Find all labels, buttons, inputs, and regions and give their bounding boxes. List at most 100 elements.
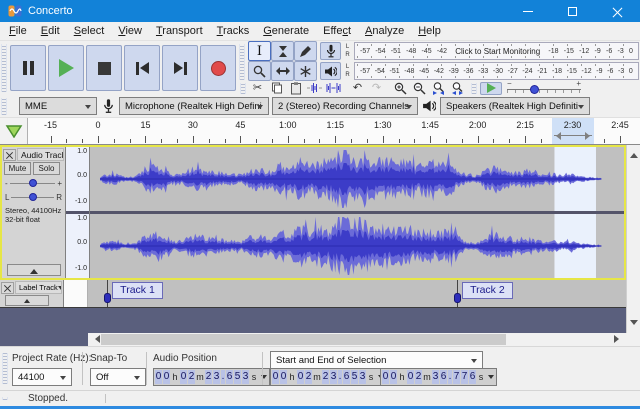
play-at-speed-button[interactable] — [480, 81, 502, 95]
label-track-collapse-button[interactable] — [5, 295, 49, 306]
menu-generate[interactable]: Generate — [256, 22, 316, 40]
recording-device-select[interactable]: Microphone (Realtek High Defini — [119, 97, 269, 115]
pan-slider[interactable]: L R — [2, 190, 65, 204]
solo-button[interactable]: Solo — [33, 162, 60, 175]
timeline-pin-button[interactable] — [0, 118, 28, 144]
menu-help[interactable]: Help — [411, 22, 448, 40]
envelope-tool-button[interactable] — [271, 41, 294, 61]
horizontal-scrollbar[interactable] — [88, 333, 626, 346]
fit-project-button[interactable] — [448, 81, 467, 95]
fit-selection-button[interactable] — [429, 81, 448, 95]
gain-slider[interactable]: - + — [2, 176, 65, 190]
draw-tool-icon — [300, 45, 311, 57]
zoom-tool-button[interactable] — [248, 61, 271, 81]
audio-host-select[interactable]: MME — [19, 97, 97, 115]
silence-audio-button[interactable] — [324, 82, 343, 95]
pan-slider-thumb[interactable] — [28, 193, 37, 201]
menu-tracks[interactable]: Tracks — [210, 22, 257, 40]
selection-tool-button[interactable]: I — [248, 41, 271, 61]
mute-button[interactable]: Mute — [4, 162, 31, 175]
play-button[interactable] — [48, 45, 84, 91]
project-rate-select[interactable]: 44100 — [12, 368, 72, 386]
status-text: Stopped. — [28, 393, 69, 404]
record-button[interactable] — [200, 45, 236, 91]
snap-to-select[interactable]: Off — [90, 368, 146, 386]
menu-effect[interactable]: Effect — [316, 22, 358, 40]
recording-meter-mic-button[interactable] — [320, 42, 341, 60]
draw-tool-button[interactable] — [294, 41, 317, 61]
stop-button[interactable] — [86, 45, 122, 91]
redo-button[interactable]: ↷ — [367, 82, 386, 95]
gain-slider-thumb[interactable] — [28, 179, 37, 187]
scroll-down-arrow[interactable] — [629, 320, 638, 329]
selection-end-field[interactable]: 00h02m36.776s — [380, 368, 497, 386]
label-marker-pin[interactable] — [454, 293, 462, 303]
selection-range-mode-select[interactable]: Start and End of Selection — [270, 351, 483, 369]
menu-select[interactable]: Select — [67, 22, 112, 40]
ruler-label: 1:30 — [373, 120, 392, 130]
scroll-left-arrow[interactable] — [91, 335, 100, 343]
scroll-up-arrow[interactable] — [629, 149, 638, 158]
selection-start-field[interactable]: 00h02m23.653s — [270, 368, 387, 386]
audio-track-close-button[interactable] — [3, 148, 16, 161]
waveform-right-channel[interactable] — [90, 214, 624, 278]
label-text[interactable]: Track 2 — [462, 282, 513, 299]
label-track-content[interactable]: Track 1 Track 2 — [88, 280, 626, 307]
play-at-speed-grip[interactable] — [471, 82, 477, 94]
pause-button[interactable] — [10, 45, 46, 91]
device-toolbar-grip[interactable] — [1, 97, 7, 115]
label-text[interactable]: Track 1 — [112, 282, 163, 299]
monitoring-prompt[interactable]: Click to Start Monitoring — [452, 46, 544, 56]
tools-toolbar-grip[interactable] — [239, 44, 245, 80]
skip-to-end-button[interactable] — [162, 45, 198, 91]
menu-transport[interactable]: Transport — [149, 22, 210, 40]
multi-tool-button[interactable] — [294, 61, 317, 81]
timeline-pin-icon — [5, 124, 22, 138]
trim-audio-button[interactable] — [305, 82, 324, 95]
transport-toolbar-grip[interactable] — [1, 44, 7, 92]
menu-edit[interactable]: Edit — [34, 22, 67, 40]
minimize-button[interactable] — [505, 0, 550, 22]
label-track: Label Track Track 1 Track 2 — [0, 280, 626, 308]
status-bar: Stopped. — [0, 390, 640, 409]
label-track-title-menu[interactable]: Label Track — [15, 281, 62, 294]
copy-button[interactable] — [267, 82, 286, 95]
cut-button[interactable]: ✂ — [248, 82, 267, 95]
meter-scale-number: -42 — [436, 47, 447, 55]
paste-button[interactable] — [286, 81, 305, 95]
skip-to-start-button[interactable] — [124, 45, 160, 91]
edit-toolbar-grip[interactable] — [240, 82, 246, 94]
audio-track-title-menu[interactable]: Audio Track — [17, 148, 64, 161]
trim-audio-icon — [307, 83, 322, 93]
playback-meter[interactable]: -57 -54 -51 -48 -45 -42 -39 -36 -33 -30 -27 -24 -21-… — [354, 62, 639, 80]
zoom-in-button[interactable] — [391, 82, 410, 95]
audio-position-field[interactable]: 00h02m23.653s — [153, 368, 270, 386]
menu-view[interactable]: View — [111, 22, 149, 40]
time-shift-tool-button[interactable] — [271, 61, 294, 81]
playback-device-select[interactable]: Speakers (Realtek High Definiti — [440, 97, 590, 115]
horizontal-scroll-thumb[interactable] — [101, 334, 506, 345]
close-button[interactable] — [595, 0, 640, 22]
audio-track-collapse-button[interactable] — [7, 264, 61, 276]
maximize-button[interactable] — [550, 0, 595, 22]
recording-channels-select[interactable]: 2 (Stereo) Recording Channels — [272, 97, 418, 115]
label-track-close-button[interactable] — [1, 281, 14, 294]
zoom-out-button[interactable] — [410, 82, 429, 95]
timeline-ruler[interactable]: -15 0 15 30 45 1:00 1:15 1:30 1:45 2:00 2:15 2:30 2:… — [28, 118, 640, 144]
menu-file[interactable]: File — [2, 22, 34, 40]
scroll-right-arrow[interactable] — [614, 335, 623, 343]
playback-speed-slider[interactable]: − + — [505, 79, 583, 95]
recording-meter[interactable]: -57 -54 -51 -48 -45 -42 Click to Start Monitor… — [354, 42, 639, 60]
meter-scale-number: -48 — [404, 67, 415, 75]
label-marker-pin[interactable] — [104, 293, 112, 303]
selection-toolbar-grip[interactable] — [2, 353, 8, 384]
undo-button[interactable]: ↶ — [348, 82, 367, 95]
vertical-scrollbar[interactable] — [626, 145, 640, 333]
field-dropdown-arrow[interactable] — [488, 375, 494, 382]
meter-scale-number: -3 — [618, 67, 625, 75]
collapse-icon — [30, 265, 38, 274]
menu-analyze[interactable]: Analyze — [358, 22, 411, 40]
waveform-left-channel[interactable] — [90, 147, 624, 211]
waveform-display[interactable] — [90, 147, 624, 278]
playback-meter-speaker-button[interactable] — [320, 62, 341, 80]
